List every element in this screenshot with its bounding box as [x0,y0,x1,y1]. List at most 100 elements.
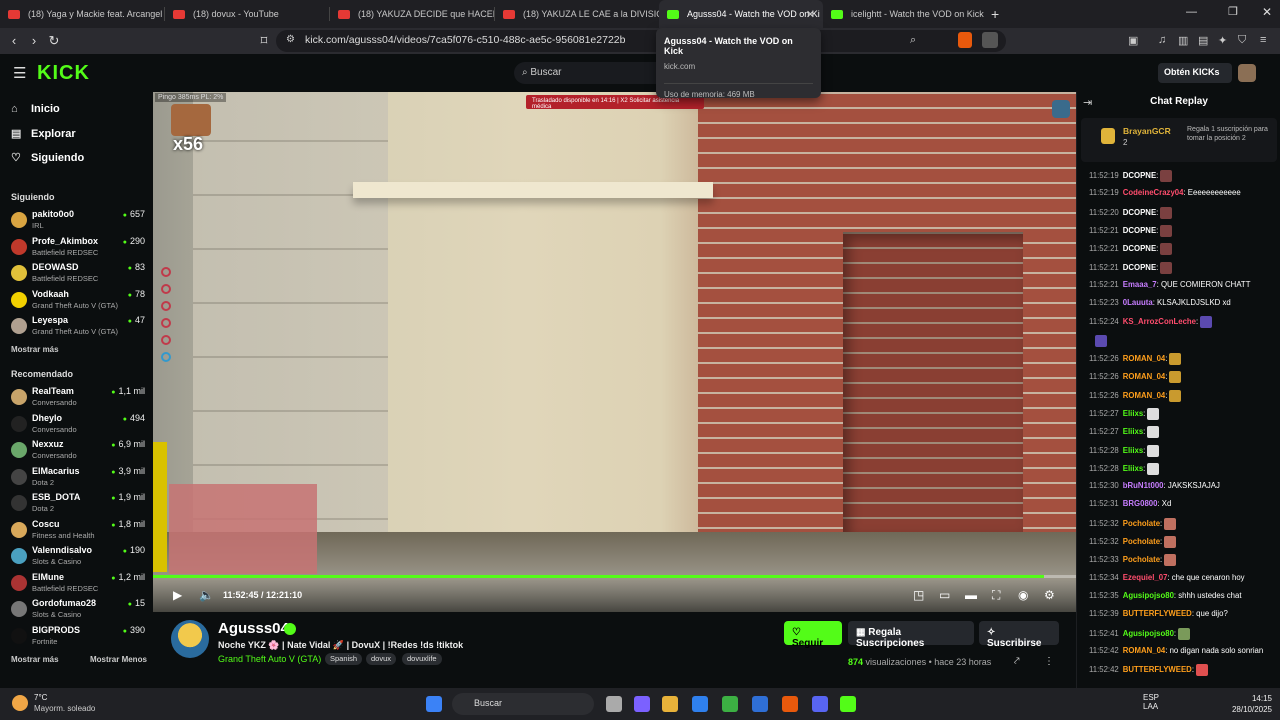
close-window-icon[interactable]: ✕ [1262,5,1272,19]
browser-tab[interactable]: (18) YAKUZA DECIDE que HACER con [330,0,494,28]
sidebar-channel[interactable]: Leyespa Grand Theft Auto V (GTA) 47 [11,315,145,341]
miniplayer-icon[interactable]: ◳ [913,588,924,602]
close-tab-icon[interactable]: ✕ [806,8,815,21]
chat-username[interactable]: CodeineCrazy04 [1123,188,1184,197]
sidebar-channel[interactable]: BIGPRODSFortnite 390 [11,625,145,651]
store-icon[interactable] [692,696,708,712]
sidebar-channel[interactable]: pakito0o0 IRL 657 [11,209,145,235]
minimize-icon[interactable]: — [1186,6,1197,18]
taskbar-search[interactable]: Buscar [452,693,594,715]
gift-subs-button[interactable]: ▦ Regala Suscripciones [848,621,974,649]
xbox-icon[interactable] [722,696,738,712]
maximize-icon[interactable]: ❐ [1228,5,1238,18]
chat-username[interactable]: Eliixs [1123,464,1143,473]
sidebar-channel[interactable]: ElMacariusDota 2 3,9 mil [11,466,145,492]
file-explorer-icon[interactable] [662,696,678,712]
hamburger-icon[interactable]: ☰ [13,64,26,82]
stream-category[interactable]: Grand Theft Auto V (GTA) [218,654,321,664]
chat-username[interactable]: ROMAN_04 [1123,354,1165,363]
chat-username[interactable]: Emaaa_7 [1123,280,1157,289]
sidebar-channel[interactable]: Nexxuz Conversando 6,9 mil [11,439,145,465]
settings-icon[interactable]: ⚙ [1044,588,1055,602]
chat-username[interactable]: KS_ArrozConLeche [1123,317,1196,326]
browser-tab[interactable]: (18) YAKUZA LE CAE a la DIVISION P [495,0,659,28]
sidebar-channel[interactable]: ElMuneBattlefield REDSEC 1,2 mil [11,572,145,598]
sidebar-channel[interactable]: ESB_DOTA Dota 2 1,9 mil [11,492,145,518]
chat-username[interactable]: DCOPNE [1123,244,1156,253]
browser-tab[interactable]: (18) Yaga y Mackie feat. Arcangel y d [0,0,164,28]
show-less-recommended[interactable]: Mostrar Menos [90,655,147,664]
browser-tab[interactable]: icelightt - Watch the VOD on Kick [823,0,987,28]
chat-username[interactable]: DCOPNE [1123,263,1156,272]
sidebar-channel[interactable]: VodkaahGrand Theft Auto V (GTA) 78 [11,289,145,315]
theater-icon[interactable]: ▬ [965,588,977,602]
copilot-icon[interactable] [634,696,650,712]
reload-icon[interactable]: ↻ [44,33,64,49]
sidebar-channel[interactable]: Gordofumao28 Slots & Casino 15 [11,598,145,624]
chat-username[interactable]: Eliixs [1123,446,1143,455]
clip-icon[interactable]: ▭ [939,588,950,602]
user-avatar[interactable] [1238,64,1256,82]
pinned-user[interactable]: BrayanGCR [1123,126,1171,136]
fullscreen-icon[interactable]: ⛶ [992,588,1000,603]
channel-name[interactable]: Agusss04 [218,620,289,637]
chat-username[interactable]: Pocholate [1123,555,1160,564]
more-options-icon[interactable]: ⋮ [1044,656,1054,667]
chat-username[interactable]: Eliixs [1123,427,1143,436]
sidebar-channel[interactable]: DEOWASD Battlefield REDSEC 83 [11,262,145,288]
chat-username[interactable]: Eliixs [1123,409,1143,418]
play-icon[interactable]: ▶ [173,588,182,602]
forward-icon[interactable]: › [24,33,44,48]
sidebar-channel[interactable]: RealTeam Conversando 1,1 mil [11,386,145,412]
brave-icon[interactable] [782,696,798,712]
menu-icon[interactable]: ≡ [1260,34,1266,46]
chat-username[interactable]: BRG0800 [1123,499,1158,508]
site-info-icon[interactable]: ⚙ [286,34,295,45]
sidebar-channel[interactable]: Valenndisalvo Slots & Casino 190 [11,545,145,571]
back-icon[interactable]: ‹ [4,33,24,48]
channel-avatar[interactable] [171,620,209,658]
chat-username[interactable]: ROMAN_04 [1123,391,1165,400]
bookmark-icon[interactable]: ⌑ [254,33,274,49]
sidebar-channel[interactable]: DheyloConversando 494 [11,413,145,439]
chat-username[interactable]: Pocholate [1123,519,1160,528]
chat-username[interactable]: Agusipojso80 [1123,591,1174,600]
chat-username[interactable]: DCOPNE [1123,171,1156,180]
kick-app-icon[interactable] [840,696,856,712]
volume-icon[interactable]: 🔈 [199,588,214,602]
chat-username[interactable]: Agusipojso80 [1123,629,1174,638]
share-icon[interactable]: ⤤ [1014,656,1020,667]
chat-username[interactable]: bRuN1t000 [1123,481,1164,490]
nav-home[interactable]: ⌂ Inicio [11,103,60,115]
vpn-icon[interactable]: ⛉ [1238,34,1246,47]
search-input[interactable]: ⌕ Buscar [514,62,664,84]
music-icon[interactable]: ♫ [1158,34,1166,46]
show-more-recommended[interactable]: Mostrar más [11,655,59,664]
chat-username[interactable]: BUTTERFLYWEED [1123,609,1192,618]
browser-tab[interactable]: (18) dovux - YouTube [165,0,329,28]
tag-chip[interactable]: dovuxlife [402,653,442,665]
chat-username[interactable]: DCOPNE [1123,226,1156,235]
sidebar-channel[interactable]: Profe_AkimboxBattlefield REDSEC 290 [11,236,145,262]
wallet-icon[interactable]: ▤ [1198,34,1208,47]
extensions-icon[interactable]: ✦ [1218,34,1227,47]
speed-icon[interactable]: ◉ [1018,588,1028,602]
chat-username[interactable]: ROMAN_04 [1123,646,1165,655]
tag-chip[interactable]: dovux [366,653,397,665]
chat-username[interactable]: Pocholate [1123,537,1160,546]
clock[interactable]: 14:15 28/10/2025 [1208,693,1272,715]
sidebar-channel[interactable]: CoscuFitness and Health 1,8 mil [11,519,145,545]
video-player[interactable]: Pingo 385ms PL: 2% x56 Trasladado dispon… [153,92,1076,612]
chat-username[interactable]: BUTTERFLYWEED [1123,665,1192,674]
subscribe-button[interactable]: ✧ Suscribirse [979,621,1059,649]
chat-username[interactable]: ROMAN_04 [1123,372,1165,381]
rewards-icon[interactable] [982,32,998,48]
nav-following[interactable]: ♡ Siguiendo [11,151,84,164]
chat-username[interactable]: 0Lauuta [1123,298,1153,307]
get-kicks-button[interactable]: Obtén KICKs [1158,63,1232,83]
browser-tab-active[interactable]: Agusss04 - Watch the VOD on Ki ✕ [659,0,823,28]
language[interactable]: ESP [1143,693,1159,702]
cast-icon[interactable]: ▣ [1128,34,1138,47]
brave-shields-icon[interactable] [958,32,972,48]
follow-button[interactable]: ♡ Seguir [784,621,842,649]
